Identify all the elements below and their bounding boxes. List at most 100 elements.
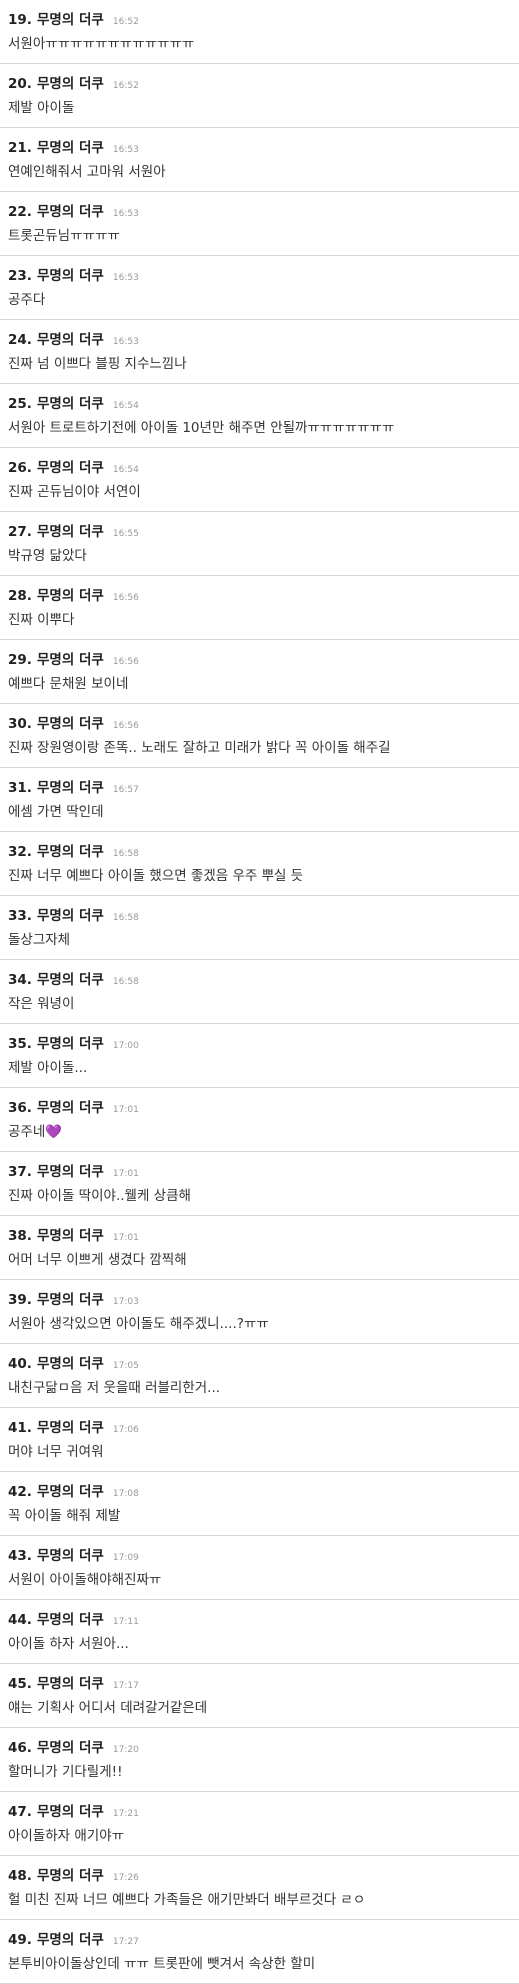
comment-list: 19. 무명의 더쿠 16:52 서원아ㅠㅠㅠㅠㅠㅠㅠㅠㅠㅠㅠㅠ 20. 무명의… [0,0,519,1984]
comment-time: 17:11 [112,1617,139,1627]
comment-text: 트롯곤듀님ㅠㅠㅠㅠ [8,228,120,244]
comment-author[interactable]: 무명의 더쿠 [37,1932,104,1948]
comment-author[interactable]: 무명의 더쿠 [37,12,104,28]
comment-author[interactable]: 무명의 더쿠 [37,972,104,988]
comment-author[interactable]: 무명의 더쿠 [37,844,104,860]
comment-author[interactable]: 무명의 더쿠 [37,396,104,412]
comment-author[interactable]: 무명의 더쿠 [37,332,104,348]
comment-number: 34. [8,972,32,988]
comment-item: 22. 무명의 더쿠 16:53 트롯곤듀님ㅠㅠㅠㅠ [0,192,519,256]
comment-author[interactable]: 무명의 더쿠 [37,1868,104,1884]
comment-time: 17:05 [112,1361,139,1371]
comment-time: 17:01 [112,1233,139,1243]
comment-author[interactable]: 무명의 더쿠 [37,204,104,220]
comment-time: 17:21 [112,1809,139,1819]
comment-item: 37. 무명의 더쿠 17:01 진짜 아이돌 딱이야..웰케 상큼해 [0,1152,519,1216]
comment-text: 본투비아이돌상인데 ㅠㅠ 트롯판에 뺏겨서 속상한 할미 [8,1956,316,1972]
comment-header: 28. 무명의 더쿠 16:56 [8,584,511,606]
comment-header: 26. 무명의 더쿠 16:54 [8,456,511,478]
comment-item: 32. 무명의 더쿠 16:58 진짜 너무 예쁘다 아이돌 했으면 좋겠음 우… [0,832,519,896]
comment-text: 진짜 너무 예쁘다 아이돌 했으면 좋겠음 우주 뿌실 듯 [8,868,304,884]
comment-header: 27. 무명의 더쿠 16:55 [8,520,511,542]
comment-author[interactable]: 무명의 더쿠 [37,140,104,156]
comment-time: 17:20 [112,1745,139,1755]
comment-number: 33. [8,908,32,924]
comment-author[interactable]: 무명의 더쿠 [37,1164,104,1180]
comment-time: 17:01 [112,1105,139,1115]
comment-item: 23. 무명의 더쿠 16:53 공주다 [0,256,519,320]
comment-author[interactable]: 무명의 더쿠 [37,780,104,796]
comment-author[interactable]: 무명의 더쿠 [37,908,104,924]
comment-header: 46. 무명의 더쿠 17:20 [8,1736,511,1758]
comment-number: 35. [8,1036,32,1052]
comment-item: 40. 무명의 더쿠 17:05 내친구닮ㅁ음 저 웃을때 러블리한거... [0,1344,519,1408]
comment-author[interactable]: 무명의 더쿠 [37,1676,104,1692]
comment-author[interactable]: 무명의 더쿠 [37,1356,104,1372]
comment-number: 27. [8,524,32,540]
comment-header: 36. 무명의 더쿠 17:01 [8,1096,511,1118]
comment-author[interactable]: 무명의 더쿠 [37,76,104,92]
comment-author[interactable]: 무명의 더쿠 [37,1740,104,1756]
comment-author[interactable]: 무명의 더쿠 [37,460,104,476]
comment-author[interactable]: 무명의 더쿠 [37,1228,104,1244]
comment-author[interactable]: 무명의 더쿠 [37,1292,104,1308]
comment-time: 16:52 [112,17,139,27]
comment-author[interactable]: 무명의 더쿠 [37,268,104,284]
comment-time: 16:58 [112,913,139,923]
comment-header: 33. 무명의 더쿠 16:58 [8,904,511,926]
comment-header: 31. 무명의 더쿠 16:57 [8,776,511,798]
comment-number: 44. [8,1612,32,1628]
comment-text: 어머 너무 이쁘게 생겼다 깜찍해 [8,1252,187,1268]
comment-header: 49. 무명의 더쿠 17:27 [8,1928,511,1950]
comment-item: 29. 무명의 더쿠 16:56 예쁘다 문채원 보이네 [0,640,519,704]
comment-author[interactable]: 무명의 더쿠 [37,1036,104,1052]
comment-author[interactable]: 무명의 더쿠 [37,524,104,540]
comment-text: 아이돌하자 애기야ㅠ [8,1828,125,1844]
comment-item: 39. 무명의 더쿠 17:03 서원아 생각있으면 아이돌도 해주겠니....… [0,1280,519,1344]
comment-text: 돌상그자체 [8,932,71,948]
comment-author[interactable]: 무명의 더쿠 [37,652,104,668]
comment-item: 46. 무명의 더쿠 17:20 할머니가 기다릴게!! [0,1728,519,1792]
comment-text: 아이돌 하자 서원아... [8,1636,129,1652]
comment-number: 36. [8,1100,32,1116]
comment-author[interactable]: 무명의 더쿠 [37,716,104,732]
comment-time: 16:53 [112,337,139,347]
comment-number: 30. [8,716,32,732]
comment-number: 25. [8,396,32,412]
comment-header: 38. 무명의 더쿠 17:01 [8,1224,511,1246]
comment-number: 39. [8,1292,32,1308]
comment-author[interactable]: 무명의 더쿠 [37,1484,104,1500]
comment-author[interactable]: 무명의 더쿠 [37,1420,104,1436]
comment-text: 진짜 장원영이랑 존똑.. 노래도 잘하고 미래가 밝다 꼭 아이돌 해주길 [8,740,391,756]
comment-author[interactable]: 무명의 더쿠 [37,588,104,604]
comment-time: 16:56 [112,657,139,667]
comment-time: 16:53 [112,145,139,155]
comment-author[interactable]: 무명의 더쿠 [37,1100,104,1116]
comment-author[interactable]: 무명의 더쿠 [37,1804,104,1820]
comment-time: 16:56 [112,593,139,603]
comment-item: 27. 무명의 더쿠 16:55 박규영 닮았다 [0,512,519,576]
comment-text: 예쁘다 문채원 보이네 [8,676,129,692]
comment-number: 28. [8,588,32,604]
comment-number: 45. [8,1676,32,1692]
comment-item: 24. 무명의 더쿠 16:53 진짜 넘 이쁘다 블핑 지수느낌나 [0,320,519,384]
comment-time: 16:58 [112,849,139,859]
comment-header: 25. 무명의 더쿠 16:54 [8,392,511,414]
comment-text: 서원아 트로트하기전에 아이돌 10년만 해주면 안될까ㅠㅠㅠㅠㅠㅠㅠ [8,420,395,436]
comment-item: 36. 무명의 더쿠 17:01 공주네💜 [0,1088,519,1152]
comment-time: 16:58 [112,977,139,987]
comment-number: 37. [8,1164,32,1180]
comment-author[interactable]: 무명의 더쿠 [37,1548,104,1564]
comment-text: 서원아 생각있으면 아이돌도 해주겠니....?ㅠㅠ [8,1316,269,1332]
comment-text: 꼭 아이돌 해줘 제발 [8,1508,121,1524]
comment-item: 38. 무명의 더쿠 17:01 어머 너무 이쁘게 생겼다 깜찍해 [0,1216,519,1280]
comment-item: 20. 무명의 더쿠 16:52 제발 아이돌 [0,64,519,128]
comment-item: 43. 무명의 더쿠 17:09 서원이 아이돌해야해진짜ㅠ [0,1536,519,1600]
comment-time: 16:53 [112,273,139,283]
comment-number: 29. [8,652,32,668]
comment-time: 17:01 [112,1169,139,1179]
comment-header: 23. 무명의 더쿠 16:53 [8,264,511,286]
comment-time: 16:54 [112,465,139,475]
comment-item: 41. 무명의 더쿠 17:06 머야 너무 귀여워 [0,1408,519,1472]
comment-author[interactable]: 무명의 더쿠 [37,1612,104,1628]
